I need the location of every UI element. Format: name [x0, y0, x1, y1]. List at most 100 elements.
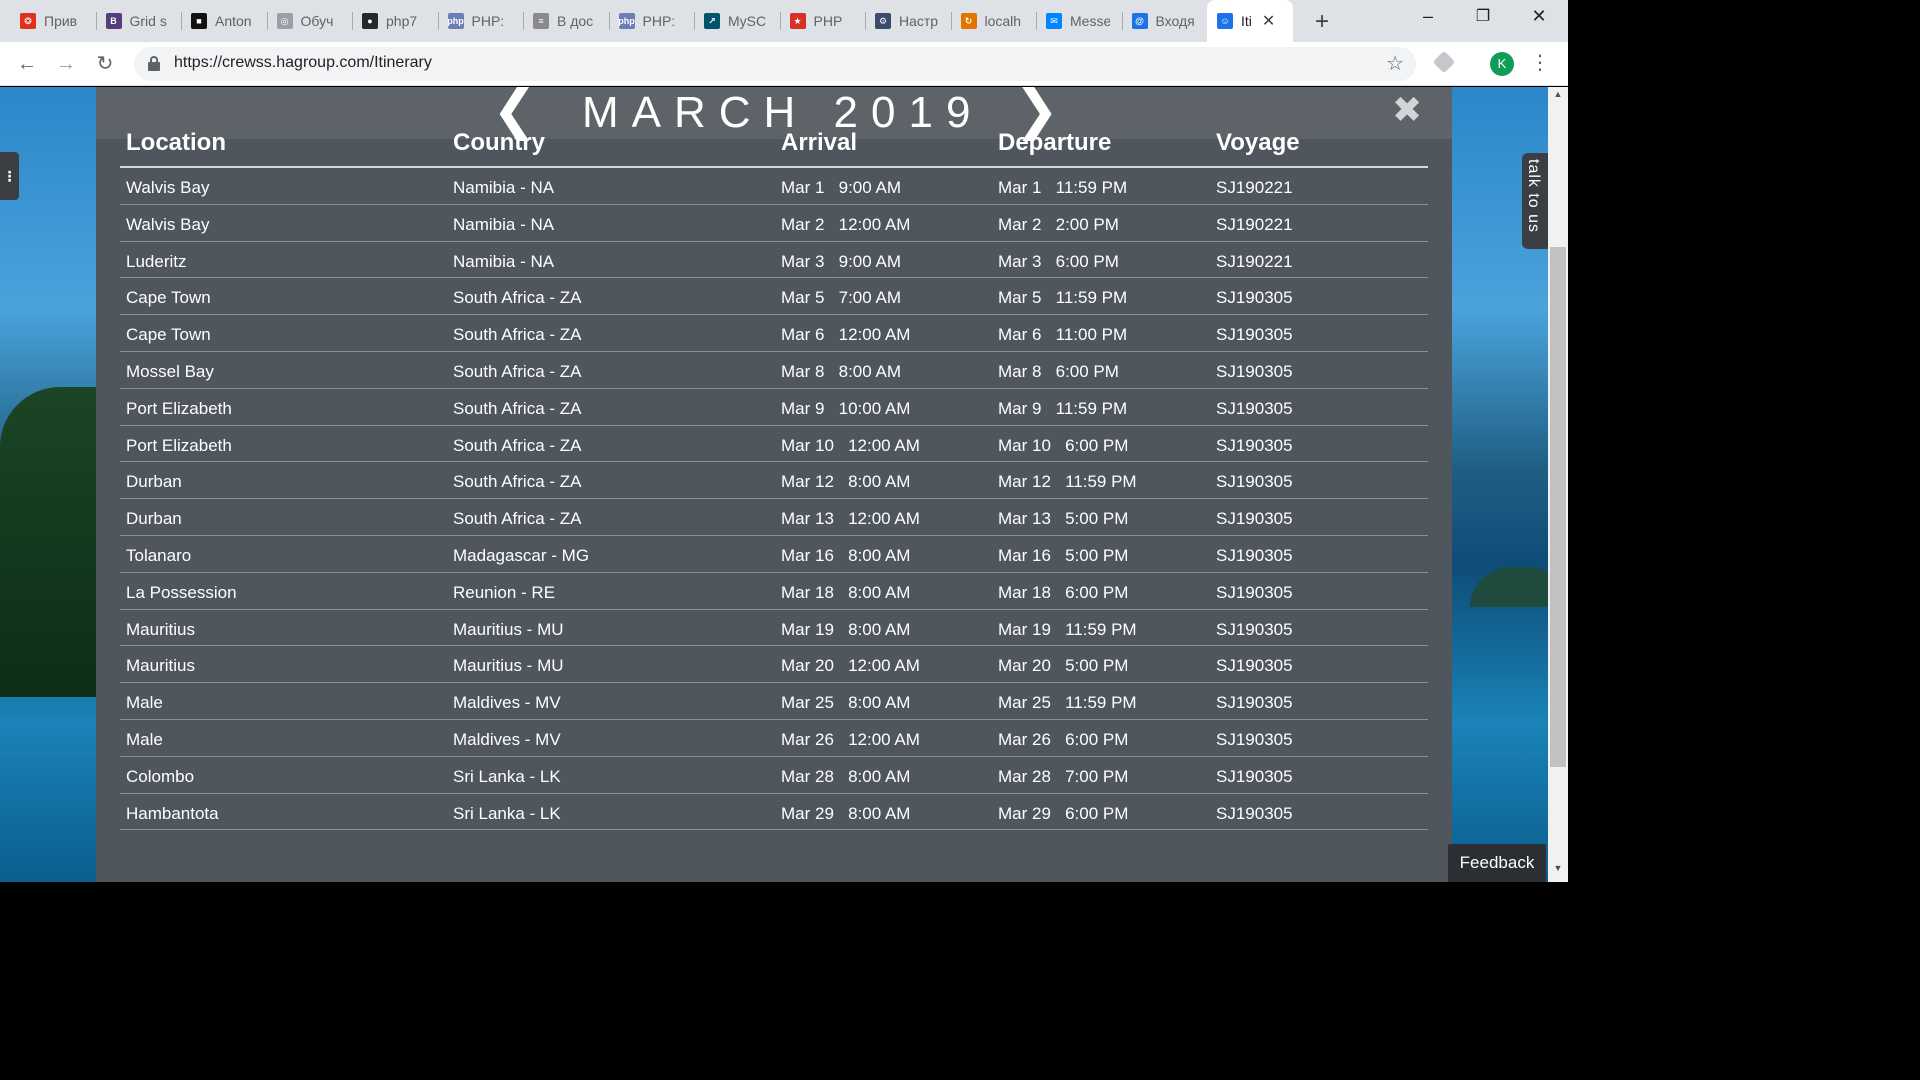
- tab-label: В дос: [557, 13, 594, 29]
- php-icon: php: [447, 13, 464, 29]
- window-close-button[interactable]: ✕: [1524, 6, 1554, 27]
- arrival-cell: Mar 26 12:00 AM: [781, 729, 920, 749]
- brain-icon: ◎: [276, 13, 293, 29]
- browser-tab[interactable]: @ Входя: [1122, 6, 1208, 36]
- departure-cell: Mar 12 11:59 PM: [998, 472, 1137, 492]
- table-header: Location Country Arrival Departure Voyag…: [120, 127, 1428, 168]
- arrival-cell: Mar 6 12:00 AM: [781, 325, 911, 345]
- departure-cell: Mar 16 5:00 PM: [998, 545, 1129, 565]
- table-row: Durban South Africa - ZA Mar 13 12:00 AM Ma…: [120, 499, 1428, 536]
- table-row: Male Maldives - MV Mar 26 12:00 AM Mar 26 6…: [120, 720, 1428, 757]
- feedback-button[interactable]: Feedback: [1448, 844, 1546, 882]
- browser-menu-icon[interactable]: ⋮: [1530, 50, 1550, 75]
- browser-tab[interactable]: php PHP:: [609, 6, 695, 36]
- column-header-location: Location: [126, 129, 226, 156]
- tab-label: PHP: [813, 13, 843, 29]
- url-text[interactable]: https://crewss.hagroup.com/Itinerary: [174, 54, 432, 72]
- departure-cell: Mar 9 11:59 PM: [998, 398, 1128, 418]
- voyage-cell: SJ190305: [1216, 398, 1293, 418]
- browser-tab[interactable]: B Grid s: [96, 6, 182, 36]
- browser-tab[interactable]: ≡ В дос: [523, 6, 609, 36]
- messenger-icon: ✉: [1046, 13, 1062, 29]
- arrival-cell: Mar 19 8:00 AM: [781, 619, 911, 639]
- back-icon[interactable]: ←: [14, 51, 40, 77]
- column-header-departure: Departure: [998, 129, 1112, 156]
- talk-to-us-label: talk to us: [1525, 159, 1542, 234]
- arrival-cell: Mar 1 9:00 AM: [781, 178, 901, 197]
- table-row: Port Elizabeth South Africa - ZA Mar 9 10:…: [120, 389, 1428, 426]
- table-row: Male Maldives - MV Mar 25 8:00 AM Mar 25 11…: [120, 683, 1428, 720]
- scroll-down-arrow-icon[interactable]: ▼: [1548, 863, 1568, 873]
- browser-tab[interactable]: ↻ localh: [951, 6, 1037, 36]
- table-body: Walvis Bay Namibia - NA Mar 1 9:00 AM Mar 1…: [120, 168, 1428, 831]
- country-cell: Namibia - NA: [453, 178, 555, 197]
- tab-label: Прив: [44, 13, 78, 29]
- voyage-cell: SJ190305: [1216, 582, 1293, 602]
- arrival-cell: Mar 13 12:00 AM: [781, 509, 920, 529]
- departure-cell: Mar 18 6:00 PM: [998, 582, 1129, 602]
- book-icon: ≡: [533, 13, 549, 29]
- side-menu-handle[interactable]: ⋮: [0, 152, 19, 200]
- reload-icon[interactable]: ↻: [92, 51, 118, 77]
- voyage-cell: SJ190305: [1216, 472, 1293, 492]
- country-cell: Madagascar - MG: [453, 545, 590, 565]
- minimize-button[interactable]: –: [1413, 6, 1443, 27]
- tab-close-icon[interactable]: ✕: [1262, 11, 1275, 31]
- bookmark-star-icon[interactable]: ☆: [1386, 51, 1404, 76]
- browser-tab-strip: ❂ Прив B Grid s ■ Anton ◎ Обуч ● php7 php PHP: ≡ В до…: [0, 0, 1568, 42]
- arrival-cell: Mar 28 8:00 AM: [781, 766, 911, 786]
- arrival-cell: Mar 5 7:00 AM: [781, 288, 901, 308]
- browser-tab[interactable]: ✉ Messe: [1036, 6, 1122, 36]
- browser-tab[interactable]: ◎ Обуч: [267, 6, 353, 36]
- country-cell: South Africa - ZA: [453, 288, 582, 308]
- forward-icon[interactable]: →: [53, 51, 79, 77]
- voyage-cell: SJ190221: [1216, 251, 1293, 271]
- arrival-cell: Mar 20 12:00 AM: [781, 656, 920, 676]
- tab-label: php7: [386, 13, 418, 29]
- browser-tab[interactable]: ★ PHP: [780, 6, 866, 36]
- voyage-cell: SJ190305: [1216, 545, 1293, 565]
- dark-square-icon: ■: [191, 13, 207, 29]
- arrival-cell: Mar 18 8:00 AM: [781, 582, 911, 602]
- scroll-up-arrow-icon[interactable]: ▲: [1548, 89, 1568, 99]
- country-cell: Reunion - RE: [453, 582, 556, 602]
- country-cell: Mauritius - MU: [453, 656, 564, 676]
- arrival-cell: Mar 10 12:00 AM: [781, 435, 920, 455]
- scroll-thumb[interactable]: [1550, 247, 1566, 767]
- location-cell: Walvis Bay: [126, 214, 210, 234]
- voyage-cell: SJ190221: [1216, 214, 1293, 234]
- restore-button[interactable]: ❐: [1468, 6, 1498, 26]
- location-cell: Port Elizabeth: [126, 398, 232, 418]
- browser-tab[interactable]: php PHP:: [438, 6, 524, 36]
- talk-to-us-tab[interactable]: talk to us: [1522, 153, 1548, 249]
- browser-tab[interactable]: ■ Anton: [181, 6, 267, 36]
- table-row: Mauritius Mauritius - MU Mar 19 8:00 AM Mar…: [120, 610, 1428, 647]
- country-cell: South Africa - ZA: [453, 361, 582, 381]
- profile-avatar[interactable]: K: [1490, 52, 1514, 76]
- github-icon: ●: [362, 13, 378, 29]
- browser-tab[interactable]: ⚙ Настр: [865, 6, 951, 36]
- tab-label: Настр: [899, 13, 939, 29]
- tab-label: Входя: [1155, 13, 1195, 29]
- location-cell: Mauritius: [126, 656, 195, 676]
- tab-label: Messe: [1070, 13, 1110, 29]
- browser-tab[interactable]: ↗ MySC: [694, 6, 780, 36]
- voyage-cell: SJ190305: [1216, 766, 1293, 786]
- itinerary-table: Location Country Arrival Departure Voyag…: [120, 127, 1428, 831]
- address-bar[interactable]: https://crewss.hagroup.com/Itinerary ☆: [134, 47, 1416, 81]
- departure-cell: Mar 20 5:00 PM: [998, 656, 1129, 676]
- arrival-cell: Mar 25 8:00 AM: [781, 693, 911, 713]
- new-tab-button[interactable]: +: [1310, 8, 1334, 36]
- browser-tab[interactable]: ☺ Iti ✕: [1207, 0, 1293, 42]
- close-icon[interactable]: ✖: [1392, 89, 1422, 131]
- browser-tab[interactable]: ● php7: [352, 6, 438, 36]
- voyage-cell: SJ190305: [1216, 288, 1293, 308]
- country-cell: Maldives - MV: [453, 729, 561, 749]
- voyage-cell: SJ190305: [1216, 693, 1293, 713]
- browser-tab[interactable]: ❂ Прив: [10, 6, 96, 36]
- country-cell: South Africa - ZA: [453, 435, 582, 455]
- departure-cell: Mar 2 2:00 PM: [998, 214, 1119, 234]
- page-scrollbar[interactable]: ▲ ▼: [1548, 87, 1568, 882]
- arrival-cell: Mar 2 12:00 AM: [781, 214, 911, 234]
- tab-label: PHP:: [642, 13, 676, 29]
